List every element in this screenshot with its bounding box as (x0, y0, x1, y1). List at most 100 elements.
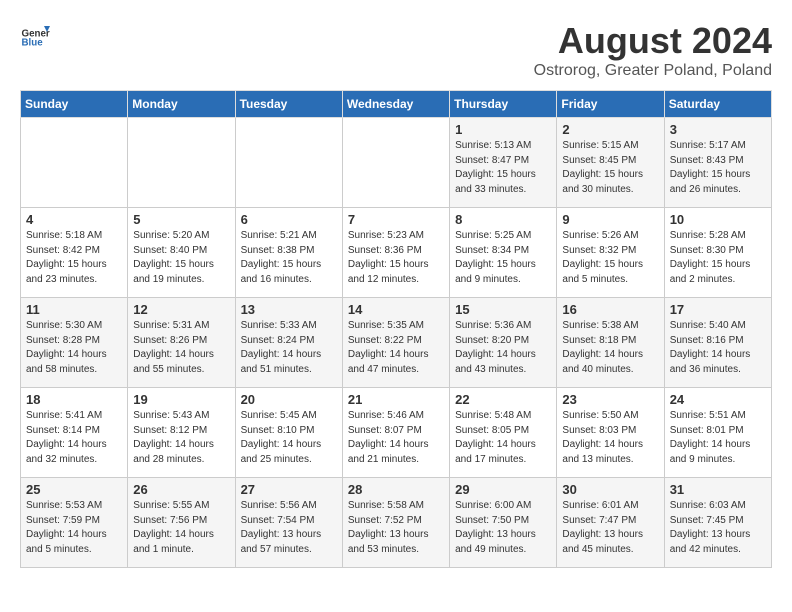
day-info: Sunrise: 5:55 AM Sunset: 7:56 PM Dayligh… (133, 499, 229, 557)
day-cell: 17Sunrise: 5:40 AM Sunset: 8:16 PM Dayli… (664, 298, 771, 388)
day-cell (342, 118, 449, 208)
day-cell: 19Sunrise: 5:43 AM Sunset: 8:12 PM Dayli… (128, 388, 235, 478)
day-info: Sunrise: 5:41 AM Sunset: 8:14 PM Dayligh… (26, 409, 122, 467)
day-info: Sunrise: 5:33 AM Sunset: 8:24 PM Dayligh… (241, 319, 337, 377)
day-number: 9 (562, 212, 658, 227)
day-info: Sunrise: 5:28 AM Sunset: 8:30 PM Dayligh… (670, 229, 766, 287)
calendar-header-row: SundayMondayTuesdayWednesdayThursdayFrid… (21, 91, 772, 118)
day-number: 22 (455, 392, 551, 407)
day-cell: 4 Sunrise: 5:18 AM Sunset: 8:42 PM Daylig… (21, 208, 128, 298)
week-row-5: 25Sunrise: 5:53 AM Sunset: 7:59 PM Dayli… (21, 478, 772, 568)
day-cell: 24 Sunrise: 5:51 AM Sunset: 8:01 PM Dayli… (664, 388, 771, 478)
logo-icon: General Blue (20, 20, 50, 50)
day-number: 25 (26, 482, 122, 497)
day-cell: 29Sunrise: 6:00 AM Sunset: 7:50 PM Dayli… (450, 478, 557, 568)
day-number: 23 (562, 392, 658, 407)
column-header-tuesday: Tuesday (235, 91, 342, 118)
day-number: 28 (348, 482, 444, 497)
day-info: Sunrise: 5:23 AM Sunset: 8:36 PM Dayligh… (348, 229, 444, 287)
column-header-friday: Friday (557, 91, 664, 118)
day-info: Sunrise: 5:45 AM Sunset: 8:10 PM Dayligh… (241, 409, 337, 467)
day-number: 3 (670, 122, 766, 137)
day-info: Sunrise: 5:56 AM Sunset: 7:54 PM Dayligh… (241, 499, 337, 557)
day-cell (128, 118, 235, 208)
day-cell: 25Sunrise: 5:53 AM Sunset: 7:59 PM Dayli… (21, 478, 128, 568)
day-info: Sunrise: 5:20 AM Sunset: 8:40 PM Dayligh… (133, 229, 229, 287)
day-info: Sunrise: 5:48 AM Sunset: 8:05 PM Dayligh… (455, 409, 551, 467)
day-cell: 2 Sunrise: 5:15 AM Sunset: 8:45 PM Daylig… (557, 118, 664, 208)
day-info: Sunrise: 5:31 AM Sunset: 8:26 PM Dayligh… (133, 319, 229, 377)
day-number: 1 (455, 122, 551, 137)
day-cell: 1Sunrise: 5:13 AM Sunset: 8:47 PM Daylig… (450, 118, 557, 208)
day-cell: 15Sunrise: 5:36 AM Sunset: 8:20 PM Dayli… (450, 298, 557, 388)
day-number: 4 (26, 212, 122, 227)
day-cell: 12 Sunrise: 5:31 AM Sunset: 8:26 PM Dayli… (128, 298, 235, 388)
day-info: Sunrise: 5:46 AM Sunset: 8:07 PM Dayligh… (348, 409, 444, 467)
calendar-body: 1Sunrise: 5:13 AM Sunset: 8:47 PM Daylig… (21, 118, 772, 568)
day-number: 5 (133, 212, 229, 227)
day-number: 21 (348, 392, 444, 407)
week-row-2: 4 Sunrise: 5:18 AM Sunset: 8:42 PM Daylig… (21, 208, 772, 298)
day-cell: 23 Sunrise: 5:50 AM Sunset: 8:03 PM Dayli… (557, 388, 664, 478)
day-number: 24 (670, 392, 766, 407)
day-cell: 21 Sunrise: 5:46 AM Sunset: 8:07 PM Dayli… (342, 388, 449, 478)
day-info: Sunrise: 6:01 AM Sunset: 7:47 PM Dayligh… (562, 499, 658, 557)
day-cell: 18 Sunrise: 5:41 AM Sunset: 8:14 PM Dayli… (21, 388, 128, 478)
day-cell: 13 Sunrise: 5:33 AM Sunset: 8:24 PM Dayli… (235, 298, 342, 388)
day-info: Sunrise: 5:50 AM Sunset: 8:03 PM Dayligh… (562, 409, 658, 467)
column-header-sunday: Sunday (21, 91, 128, 118)
day-number: 11 (26, 302, 122, 317)
svg-text:Blue: Blue (22, 38, 44, 49)
day-number: 31 (670, 482, 766, 497)
day-cell: 11 Sunrise: 5:30 AM Sunset: 8:28 PM Dayli… (21, 298, 128, 388)
day-number: 26 (133, 482, 229, 497)
day-info: Sunrise: 6:00 AM Sunset: 7:50 PM Dayligh… (455, 499, 551, 557)
day-info: Sunrise: 5:38 AM Sunset: 8:18 PM Dayligh… (562, 319, 658, 377)
column-header-saturday: Saturday (664, 91, 771, 118)
day-cell: 9 Sunrise: 5:26 AM Sunset: 8:32 PM Daylig… (557, 208, 664, 298)
day-cell: 14Sunrise: 5:35 AM Sunset: 8:22 PM Dayli… (342, 298, 449, 388)
day-cell: 22 Sunrise: 5:48 AM Sunset: 8:05 PM Dayli… (450, 388, 557, 478)
day-info: Sunrise: 5:43 AM Sunset: 8:12 PM Dayligh… (133, 409, 229, 467)
location-subtitle: Ostrorog, Greater Poland, Poland (534, 62, 772, 80)
day-info: Sunrise: 5:26 AM Sunset: 8:32 PM Dayligh… (562, 229, 658, 287)
title-block: August 2024 Ostrorog, Greater Poland, Po… (534, 20, 772, 80)
day-cell (235, 118, 342, 208)
day-number: 12 (133, 302, 229, 317)
day-info: Sunrise: 5:25 AM Sunset: 8:34 PM Dayligh… (455, 229, 551, 287)
day-number: 13 (241, 302, 337, 317)
day-number: 2 (562, 122, 658, 137)
day-cell: 8 Sunrise: 5:25 AM Sunset: 8:34 PM Daylig… (450, 208, 557, 298)
day-cell: 6 Sunrise: 5:21 AM Sunset: 8:38 PM Daylig… (235, 208, 342, 298)
day-cell: 7Sunrise: 5:23 AM Sunset: 8:36 PM Daylig… (342, 208, 449, 298)
day-info: Sunrise: 5:30 AM Sunset: 8:28 PM Dayligh… (26, 319, 122, 377)
day-info: Sunrise: 5:51 AM Sunset: 8:01 PM Dayligh… (670, 409, 766, 467)
day-cell: 16Sunrise: 5:38 AM Sunset: 8:18 PM Dayli… (557, 298, 664, 388)
day-cell: 27Sunrise: 5:56 AM Sunset: 7:54 PM Dayli… (235, 478, 342, 568)
day-number: 17 (670, 302, 766, 317)
column-header-thursday: Thursday (450, 91, 557, 118)
week-row-3: 11 Sunrise: 5:30 AM Sunset: 8:28 PM Dayli… (21, 298, 772, 388)
day-info: Sunrise: 5:15 AM Sunset: 8:45 PM Dayligh… (562, 139, 658, 197)
day-info: Sunrise: 5:21 AM Sunset: 8:38 PM Dayligh… (241, 229, 337, 287)
day-info: Sunrise: 5:17 AM Sunset: 8:43 PM Dayligh… (670, 139, 766, 197)
day-info: Sunrise: 5:35 AM Sunset: 8:22 PM Dayligh… (348, 319, 444, 377)
week-row-4: 18 Sunrise: 5:41 AM Sunset: 8:14 PM Dayli… (21, 388, 772, 478)
day-cell: 31Sunrise: 6:03 AM Sunset: 7:45 PM Dayli… (664, 478, 771, 568)
page-header: General Blue August 2024 Ostrorog, Great… (20, 20, 772, 80)
day-number: 6 (241, 212, 337, 227)
day-number: 10 (670, 212, 766, 227)
day-number: 30 (562, 482, 658, 497)
day-cell: 26 Sunrise: 5:55 AM Sunset: 7:56 PM Dayli… (128, 478, 235, 568)
day-cell: 10 Sunrise: 5:28 AM Sunset: 8:30 PM Dayli… (664, 208, 771, 298)
day-info: Sunrise: 5:18 AM Sunset: 8:42 PM Dayligh… (26, 229, 122, 287)
day-cell: 3 Sunrise: 5:17 AM Sunset: 8:43 PM Daylig… (664, 118, 771, 208)
logo: General Blue (20, 20, 50, 50)
day-cell (21, 118, 128, 208)
day-cell: 20Sunrise: 5:45 AM Sunset: 8:10 PM Dayli… (235, 388, 342, 478)
column-header-wednesday: Wednesday (342, 91, 449, 118)
day-number: 18 (26, 392, 122, 407)
day-number: 8 (455, 212, 551, 227)
calendar-table: SundayMondayTuesdayWednesdayThursdayFrid… (20, 90, 772, 568)
day-cell: 28Sunrise: 5:58 AM Sunset: 7:52 PM Dayli… (342, 478, 449, 568)
